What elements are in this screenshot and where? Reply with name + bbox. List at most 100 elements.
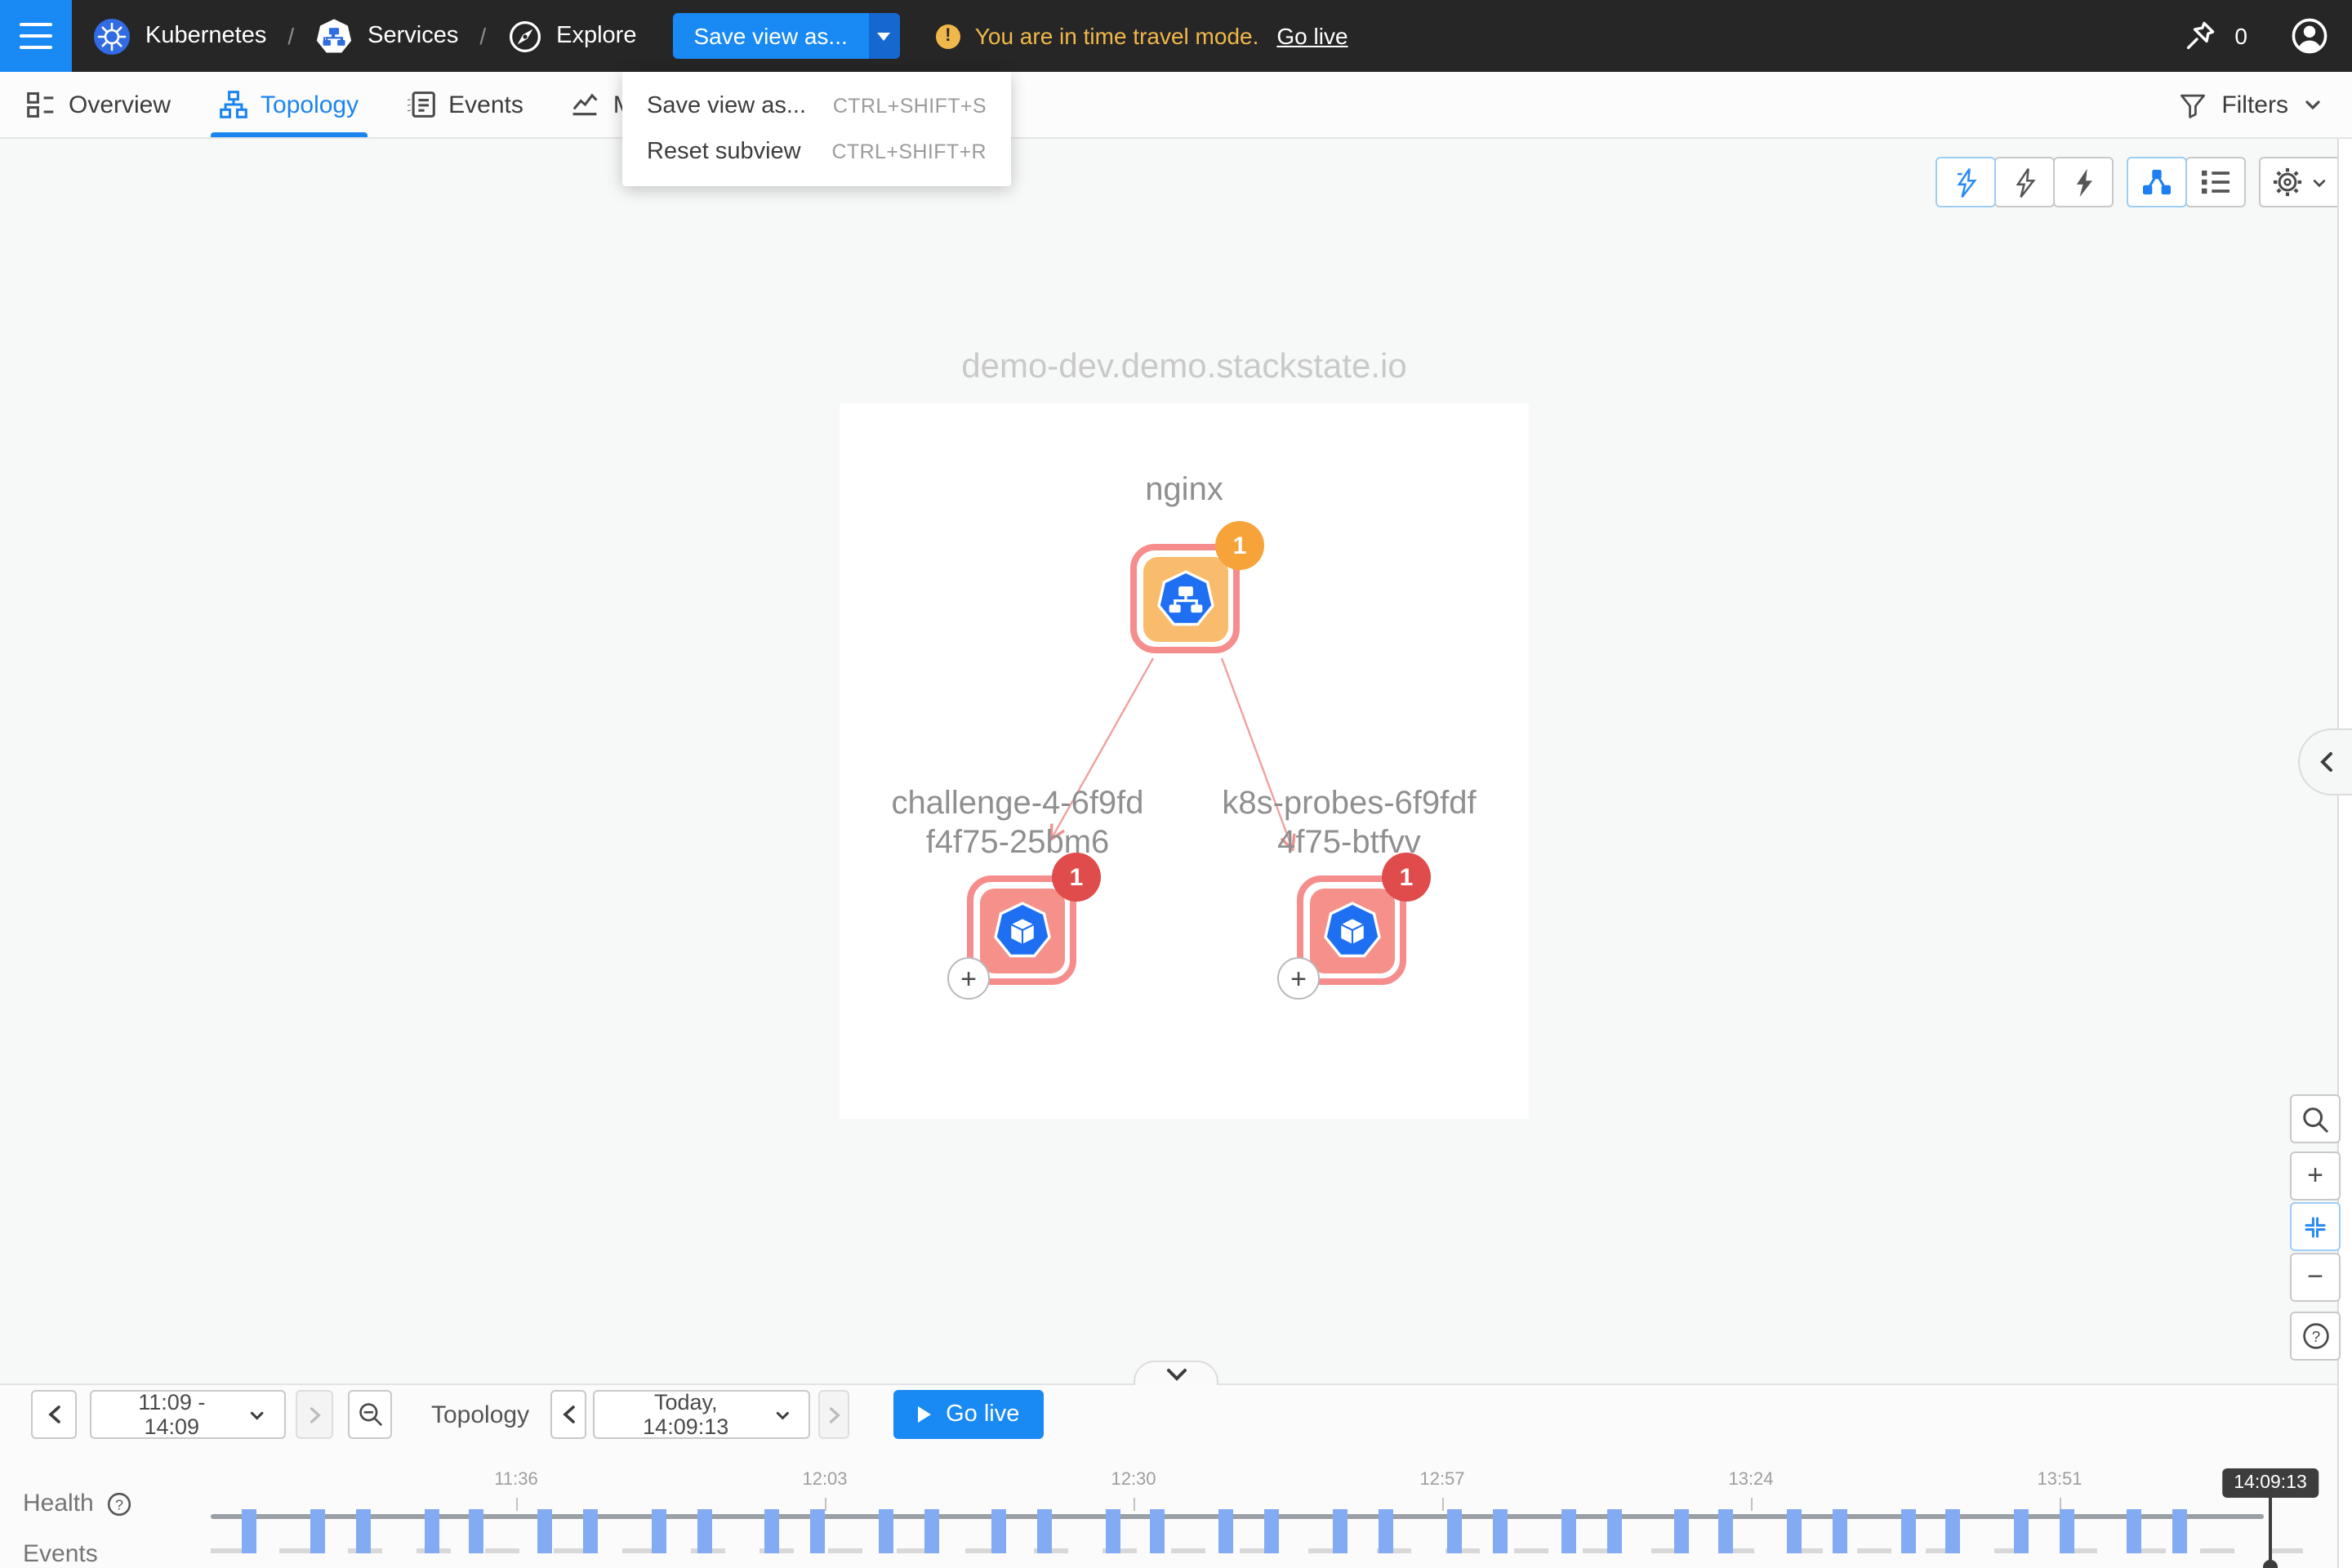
zoom-in-button[interactable]: +	[2290, 1152, 2341, 1200]
go-live-button[interactable]: Go live	[893, 1390, 1044, 1439]
menu-item-save-view-as[interactable]: Save view as... CTRL+SHIFT+S	[622, 83, 1011, 129]
event-bar[interactable]	[1561, 1509, 1576, 1553]
fit-to-screen-button[interactable]	[2290, 1202, 2341, 1251]
event-bar[interactable]	[1447, 1509, 1462, 1553]
time-marker-line[interactable]	[2270, 1498, 2272, 1566]
user-avatar-button[interactable]	[2290, 16, 2329, 56]
overview-icon	[26, 90, 56, 119]
node-challenge[interactable]: 1 +	[967, 875, 1076, 985]
event-bar[interactable]	[2014, 1509, 2029, 1553]
event-bar[interactable]	[469, 1509, 483, 1553]
tick-label: 12:30	[1085, 1470, 1183, 1490]
breadcrumb-item-services[interactable]: Services	[315, 17, 458, 55]
current-time-dropdown[interactable]: Today, 14:09:13	[593, 1390, 810, 1439]
event-bar[interactable]	[810, 1509, 825, 1553]
time-forward-button[interactable]	[818, 1390, 849, 1439]
event-bar[interactable]	[652, 1509, 666, 1553]
settings-dropdown-button[interactable]	[2259, 157, 2341, 207]
tab-events[interactable]: Events	[385, 72, 545, 137]
event-bar[interactable]	[583, 1509, 598, 1553]
time-range-dropdown[interactable]: 11:09 - 14:09	[90, 1390, 286, 1439]
event-bar[interactable]	[537, 1509, 552, 1553]
tab-topology[interactable]: Topology	[197, 72, 380, 137]
event-bar[interactable]	[1218, 1509, 1233, 1553]
event-bar[interactable]	[1674, 1509, 1689, 1553]
menu-item-reset-subview[interactable]: Reset subview CTRL+SHIFT+R	[622, 129, 1011, 175]
event-bar[interactable]	[1106, 1509, 1120, 1553]
event-bar[interactable]	[1150, 1509, 1165, 1553]
range-forward-button[interactable]	[296, 1390, 333, 1439]
event-bar[interactable]	[879, 1509, 893, 1553]
cluster-group-box	[840, 403, 1529, 1119]
event-bar[interactable]	[991, 1509, 1006, 1553]
pin-count: 0	[2234, 23, 2247, 49]
help-icon[interactable]: ?	[107, 1490, 133, 1517]
time-back-button[interactable]	[550, 1390, 586, 1439]
event-bar[interactable]	[764, 1509, 779, 1553]
topology-view-button-active[interactable]	[2127, 157, 2187, 207]
breadcrumb-item-kubernetes[interactable]: Kubernetes	[93, 17, 266, 55]
alert-badge[interactable]: 1	[1215, 521, 1264, 570]
lightning-outline-blue-icon	[1951, 166, 1980, 198]
event-bar[interactable]	[697, 1509, 712, 1553]
chevron-down-icon	[249, 1405, 266, 1423]
event-bar[interactable]	[1379, 1509, 1393, 1553]
topbar-right-group: 0	[2182, 16, 2352, 56]
alert-badge[interactable]: 1	[1052, 853, 1101, 902]
event-bar[interactable]	[356, 1509, 371, 1553]
node-nginx[interactable]: 1	[1130, 544, 1240, 653]
range-back-button[interactable]	[31, 1390, 77, 1439]
search-topology-button[interactable]	[2290, 1094, 2341, 1143]
event-bar[interactable]	[1037, 1509, 1052, 1553]
save-view-as-caret-button[interactable]	[869, 13, 900, 59]
zoom-out-time-button[interactable]	[348, 1390, 392, 1439]
save-view-as-button[interactable]: Save view as...	[672, 13, 868, 59]
hamburger-menu-button[interactable]	[0, 0, 72, 72]
event-bar[interactable]	[1607, 1509, 1622, 1553]
time-marker-dot[interactable]	[2263, 1560, 2278, 1568]
event-bar[interactable]	[1945, 1509, 1960, 1553]
time-travel-warning: ! You are in time travel mode. Go live	[936, 23, 1348, 49]
go-live-link[interactable]: Go live	[1276, 23, 1348, 49]
list-view-button[interactable]	[2185, 157, 2246, 207]
top-bar: Kubernetes / Services / Explore Save vie…	[0, 0, 2352, 72]
health-mode-filled-button[interactable]	[2053, 157, 2114, 207]
expand-node-button[interactable]: +	[947, 957, 990, 1000]
event-bar[interactable]	[2127, 1509, 2141, 1553]
pod-heptagon-icon	[992, 901, 1051, 960]
event-bar[interactable]	[1493, 1509, 1508, 1553]
timeline-collapse-handle[interactable]	[1134, 1361, 1218, 1385]
event-bar[interactable]	[1264, 1509, 1279, 1553]
health-mode-button-active[interactable]	[1936, 157, 1996, 207]
event-bar[interactable]	[310, 1509, 325, 1553]
search-icon	[2301, 1105, 2329, 1133]
help-button[interactable]: ?	[2290, 1312, 2341, 1361]
breadcrumb-item-explore[interactable]: Explore	[507, 19, 636, 53]
health-mode-button[interactable]	[1994, 157, 2055, 207]
event-bar[interactable]	[1833, 1509, 1847, 1553]
event-bar[interactable]	[1718, 1509, 1733, 1553]
event-bar[interactable]	[1901, 1509, 1916, 1553]
event-bar[interactable]	[924, 1509, 939, 1553]
menu-item-shortcut: CTRL+SHIFT+R	[831, 140, 987, 163]
event-bar[interactable]	[1333, 1509, 1348, 1553]
lightning-filled-icon	[2069, 166, 2098, 198]
event-bar[interactable]	[1787, 1509, 1802, 1553]
node-k8s-probes[interactable]: 1 +	[1297, 875, 1406, 985]
time-marker-tag[interactable]: 14:09:13	[2222, 1468, 2319, 1498]
expand-node-button[interactable]: +	[1277, 957, 1320, 1000]
filters-button[interactable]: Filters	[2179, 91, 2352, 118]
breadcrumb-label: Explore	[556, 23, 636, 49]
tab-overview[interactable]: Overview	[5, 72, 192, 137]
pin-button[interactable]	[2182, 18, 2218, 54]
save-view-dropdown-menu: Save view as... CTRL+SHIFT+S Reset subvi…	[622, 72, 1011, 186]
alert-badge[interactable]: 1	[1382, 853, 1431, 902]
event-bar[interactable]	[425, 1509, 439, 1553]
tick-mark	[1442, 1498, 1444, 1511]
event-bar[interactable]	[242, 1509, 256, 1553]
zoom-out-button[interactable]: −	[2290, 1253, 2341, 1302]
event-bar[interactable]	[2172, 1509, 2187, 1553]
filters-label: Filters	[2221, 91, 2288, 118]
event-bar[interactable]	[2060, 1509, 2074, 1553]
topology-canvas[interactable]: demo-dev.demo.stackstate.io nginx 1 chal…	[0, 139, 2352, 1383]
